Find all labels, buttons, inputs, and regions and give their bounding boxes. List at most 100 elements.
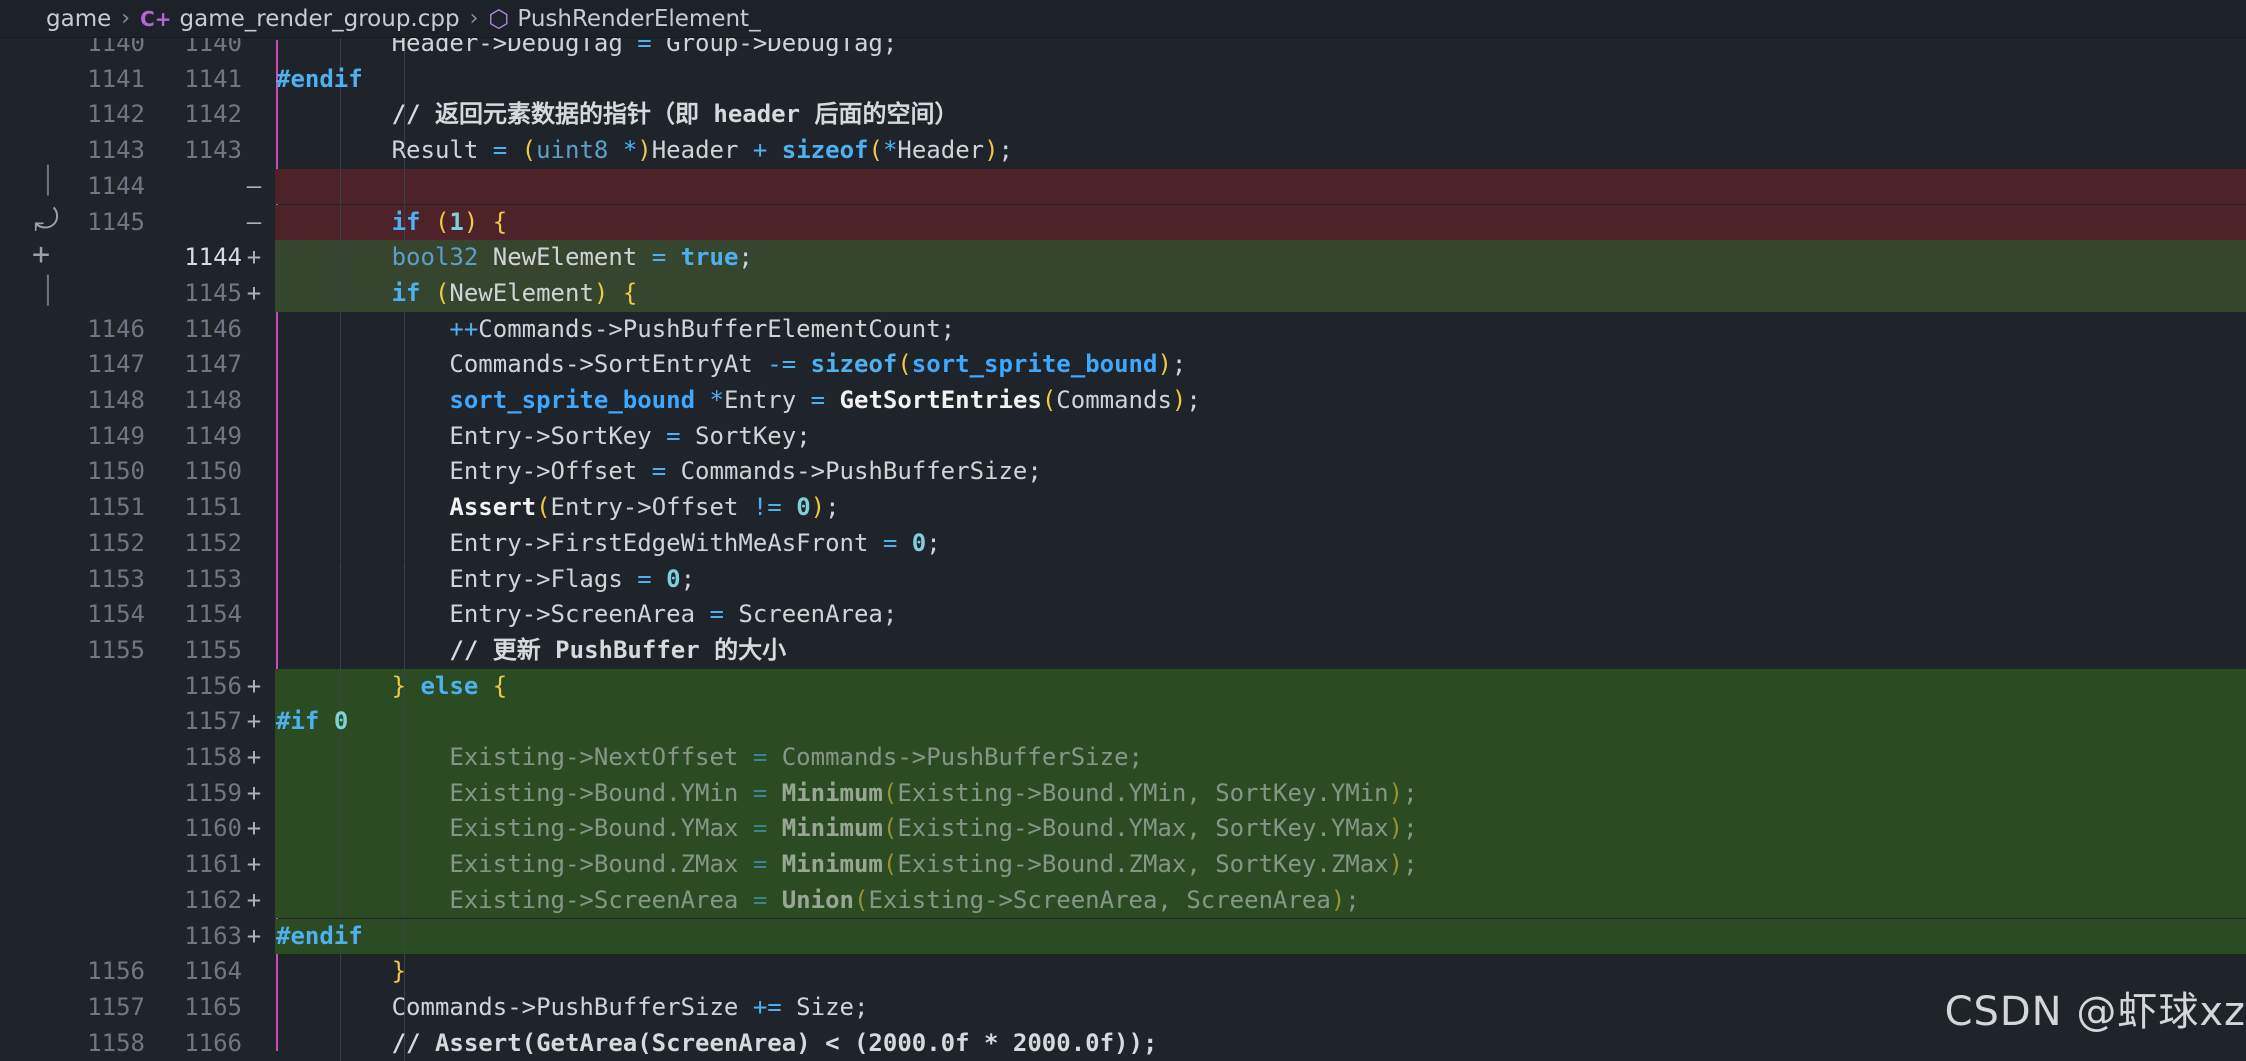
original-line-number: 1152 bbox=[87, 528, 145, 557]
line-diff-background bbox=[275, 62, 2246, 98]
added-marker: + bbox=[246, 778, 262, 807]
original-line-number: 1147 bbox=[87, 350, 145, 379]
code-text[interactable]: bool32 NewElement = true; bbox=[276, 240, 753, 276]
modified-line-number: 1150 bbox=[184, 457, 242, 486]
code-text[interactable]: } bbox=[276, 954, 406, 990]
glyph-margin-line-2: │ bbox=[40, 276, 56, 306]
added-marker: + bbox=[246, 921, 262, 950]
code-line[interactable]: 1142 1142 // 返回元素数据的指针（即 header 后面的空间） bbox=[0, 97, 2246, 134]
code-line[interactable]: 1147 1147 Commands->SortEntryAt -= sizeof… bbox=[0, 347, 2246, 383]
line-diff-background bbox=[275, 204, 2246, 241]
chevron-right-icon: › bbox=[121, 6, 131, 31]
modified-line-number: 1161 bbox=[184, 850, 242, 879]
code-text[interactable]: // Assert(GetArea(ScreenArea) < (2000.0f… bbox=[276, 1026, 1158, 1061]
code-text[interactable]: ++Commands->PushBufferElementCount; bbox=[276, 312, 955, 348]
code-text[interactable]: if (1) { bbox=[276, 205, 508, 241]
code-line[interactable]: 1146 1146 ++Commands->PushBufferElementCo… bbox=[0, 311, 2246, 348]
indent-guide bbox=[404, 61, 405, 98]
code-text[interactable]: Existing->Bound.YMin = Minimum(Existing-… bbox=[276, 776, 1417, 812]
breadcrumb: game › C+ game_render_group.cpp › ⬡ PushRe… bbox=[0, 0, 2246, 38]
added-code-line[interactable]: 1144 + bool32 NewElement = true; bbox=[0, 240, 2246, 276]
deleted-code-line[interactable]: 1145 — if (1) { bbox=[0, 204, 2246, 241]
modified-line-number: 1160 bbox=[184, 814, 242, 843]
method-cube-icon: ⬡ bbox=[488, 4, 510, 33]
code-text[interactable]: Commands->SortEntryAt -= sizeof(sort_spr… bbox=[276, 347, 1186, 383]
code-line[interactable]: 1156 1164 } bbox=[0, 954, 2246, 990]
diff-editor[interactable]: 1140 1140 Header->DebugTag = Group->Debug… bbox=[0, 0, 2246, 1061]
original-line-number: 1148 bbox=[87, 386, 145, 414]
code-text[interactable]: Entry->FirstEdgeWithMeAsFront = 0; bbox=[276, 526, 940, 562]
modified-line-number: 1151 bbox=[184, 493, 242, 522]
code-text[interactable]: #endif bbox=[276, 919, 363, 955]
modified-line-number: 1153 bbox=[184, 564, 242, 593]
code-text[interactable]: if (NewElement) { bbox=[276, 276, 638, 312]
modified-line-number: 1156 bbox=[184, 671, 242, 700]
breadcrumb-folder[interactable]: game bbox=[46, 6, 111, 32]
original-line-number: 1150 bbox=[87, 457, 145, 486]
modified-line-number: 1141 bbox=[184, 64, 242, 93]
modified-line-number: 1158 bbox=[184, 743, 242, 771]
code-line[interactable]: 1143 1143 Result = (uint8 *)Header + size… bbox=[0, 133, 2246, 169]
added-code-line[interactable]: 1156 + } else { bbox=[0, 668, 2246, 705]
code-text[interactable]: sort_sprite_bound *Entry = GetSortEntrie… bbox=[276, 383, 1200, 419]
code-text[interactable]: Result = (uint8 *)Header + sizeof(*Heade… bbox=[276, 133, 1013, 169]
code-line[interactable]: 1148 1148 sort_sprite_bound *Entry = GetS… bbox=[0, 383, 2246, 419]
code-text[interactable]: // 更新 PushBuffer 的大小 bbox=[276, 633, 786, 669]
deleted-code-line[interactable]: 1144 — bbox=[0, 168, 2246, 205]
original-line-number: 1151 bbox=[87, 493, 145, 522]
indent-guide bbox=[340, 168, 341, 205]
code-line[interactable]: 1149 1149 Entry->SortKey = SortKey; bbox=[0, 418, 2246, 455]
original-line-number: 1154 bbox=[87, 600, 145, 629]
added-code-line[interactable]: 1159 + Existing->Bound.YMin = Minimum(Exi… bbox=[0, 775, 2246, 812]
added-marker: + bbox=[246, 707, 262, 736]
added-code-line[interactable]: 1158 + Existing->NextOffset = Commands->P… bbox=[0, 740, 2246, 776]
code-line[interactable]: 1150 1150 Entry->Offset = Commands->PushB… bbox=[0, 454, 2246, 491]
added-code-line[interactable]: 1160 + Existing->Bound.YMax = Minimum(Exi… bbox=[0, 811, 2246, 848]
code-text[interactable]: } else { bbox=[276, 669, 508, 705]
code-text[interactable]: Entry->Flags = 0; bbox=[276, 562, 695, 598]
modified-line-number: 1146 bbox=[184, 314, 242, 343]
added-marker: + bbox=[246, 671, 262, 700]
modified-line-number: 1166 bbox=[184, 1028, 242, 1057]
modified-line-number: 1154 bbox=[184, 600, 242, 629]
added-marker: + bbox=[246, 278, 262, 307]
added-marker: + bbox=[246, 885, 262, 914]
code-text[interactable]: Existing->Bound.ZMax = Minimum(Existing-… bbox=[276, 847, 1417, 883]
added-code-line[interactable]: 1157 + #if 0 bbox=[0, 704, 2246, 740]
code-line[interactable]: 1155 1155 // 更新 PushBuffer 的大小 bbox=[0, 632, 2246, 669]
code-line[interactable]: 1154 1154 Entry->ScreenArea = ScreenArea; bbox=[0, 597, 2246, 633]
modified-line-number: 1149 bbox=[184, 421, 242, 450]
added-code-line[interactable]: 1162 + Existing->ScreenArea = Union(Exist… bbox=[0, 882, 2246, 919]
code-text[interactable]: #if 0 bbox=[276, 704, 348, 740]
code-line[interactable]: 1157 1165 Commands->PushBufferSize += Siz… bbox=[0, 989, 2246, 1026]
code-text[interactable]: Entry->ScreenArea = ScreenArea; bbox=[276, 597, 897, 633]
code-text[interactable]: Existing->ScreenArea = Union(Existing->S… bbox=[276, 883, 1359, 919]
stage-change-icon[interactable]: + bbox=[32, 240, 50, 270]
added-code-line[interactable]: 1163 + #endif bbox=[0, 918, 2246, 955]
code-text[interactable]: Assert(Entry->Offset != 0); bbox=[276, 490, 839, 526]
added-code-line[interactable]: 1161 + Existing->Bound.ZMax = Minimum(Exi… bbox=[0, 847, 2246, 883]
added-marker: + bbox=[246, 743, 262, 771]
revert-change-icon[interactable]: ⤾ bbox=[34, 206, 59, 236]
code-line[interactable]: 1141 1141 #endif bbox=[0, 61, 2246, 98]
modified-line-number: 1159 bbox=[184, 778, 242, 807]
breadcrumb-symbol[interactable]: ⬡ PushRenderElement_ bbox=[488, 5, 760, 33]
code-text[interactable]: Existing->NextOffset = Commands->PushBuf… bbox=[276, 740, 1143, 776]
code-text[interactable]: #endif bbox=[276, 62, 363, 98]
modified-line-number: 1144 bbox=[184, 243, 242, 272]
code-line[interactable]: 1152 1152 Entry->FirstEdgeWithMeAsFront =… bbox=[0, 525, 2246, 562]
deleted-marker: — bbox=[246, 171, 262, 200]
code-line[interactable]: 1158 1166 // Assert(GetArea(ScreenArea) <… bbox=[0, 1025, 2246, 1061]
code-text[interactable]: Existing->Bound.YMax = Minimum(Existing-… bbox=[276, 811, 1417, 847]
chevron-right-icon: › bbox=[469, 6, 479, 31]
code-line[interactable]: 1151 1151 Assert(Entry->Offset != 0); bbox=[0, 490, 2246, 526]
breadcrumb-file[interactable]: C+ game_render_group.cpp bbox=[140, 6, 460, 32]
code-text[interactable]: Entry->SortKey = SortKey; bbox=[276, 419, 810, 455]
added-code-line[interactable]: 1145 + if (NewElement) { bbox=[0, 275, 2246, 312]
code-text[interactable]: Entry->Offset = Commands->PushBufferSize… bbox=[276, 454, 1041, 490]
code-text[interactable]: Commands->PushBufferSize += Size; bbox=[276, 990, 869, 1026]
modified-line-number: 1152 bbox=[184, 528, 242, 557]
code-line[interactable]: 1153 1153 Entry->Flags = 0; bbox=[0, 561, 2246, 598]
watermark: CSDN @虾球xz bbox=[1944, 989, 2246, 1035]
code-text[interactable]: // 返回元素数据的指针（即 header 后面的空间） bbox=[276, 97, 959, 133]
